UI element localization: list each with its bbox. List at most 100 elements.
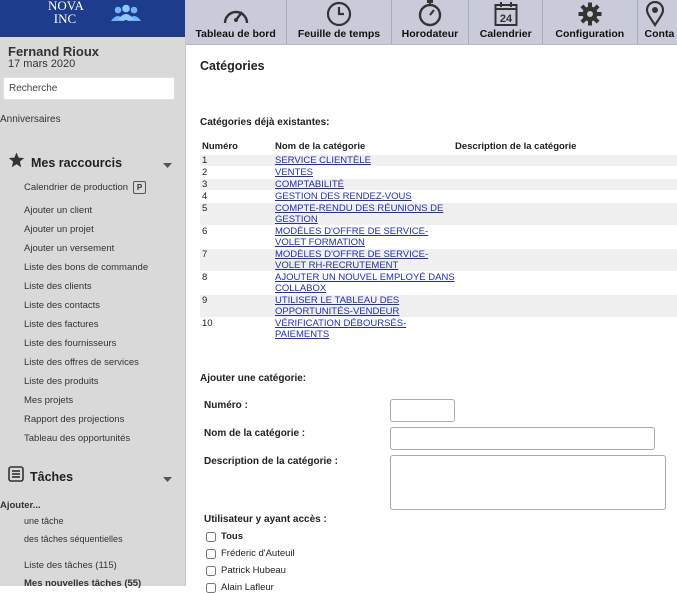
shortcut-liste-factures[interactable]: Liste des factures <box>24 319 98 330</box>
checkbox[interactable] <box>206 531 216 542</box>
category-link[interactable]: Ajouter un nouvel employé dans Collabox <box>275 272 455 294</box>
nav-configuration[interactable]: Configuration <box>543 0 638 44</box>
nav-horodateur[interactable]: Horodateur <box>392 0 470 44</box>
access-users-label: Utilisateur y ayant accès : <box>204 514 327 525</box>
location-pin-icon <box>645 1 665 27</box>
shortcut-ajouter-versement[interactable]: Ajouter un versement <box>24 243 114 254</box>
nav-label: Horodateur <box>401 28 459 40</box>
dashboard-icon <box>222 1 250 27</box>
shortcut-label: Calendrier de production <box>24 182 129 193</box>
nav-feuille-de-temps[interactable]: Feuille de temps <box>287 0 392 44</box>
shortcut-liste-fournisseurs[interactable]: Liste des fournisseurs <box>24 338 116 349</box>
checkbox[interactable] <box>206 565 216 576</box>
table-row: 9 Utiliser le tableau des opportunités-ve… <box>200 294 677 317</box>
nav-calendrier[interactable]: 24 Calendrier <box>469 0 544 44</box>
table-row: 6 Modèles d'offre de service-volet format… <box>200 225 677 248</box>
category-link[interactable]: Compte-rendu des réunions de gestion <box>275 203 443 225</box>
header-nom: Nom de la catégorie <box>275 141 366 152</box>
category-link[interactable]: Modèles d'offre de service-volet RH-recr… <box>275 249 428 271</box>
categories-table: Numéro Nom de la catégorie Description d… <box>200 141 677 340</box>
category-description <box>455 167 677 178</box>
tasks-title: Tâches <box>30 469 74 484</box>
category-name-cell: Service clientèle <box>275 155 455 166</box>
checkbox[interactable] <box>206 548 216 559</box>
category-number: 10 <box>202 318 213 329</box>
shortcut-bons-de-commande[interactable]: Liste des bons de commande <box>24 262 148 273</box>
current-date: 17 mars 2020 <box>8 58 76 70</box>
category-link[interactable]: Utiliser le tableau des opportunités-ven… <box>275 295 399 317</box>
category-number: 4 <box>202 191 208 202</box>
task-list-link[interactable]: Liste des tâches (115) <box>24 560 117 571</box>
user-checkbox-tous[interactable]: Tous <box>206 531 243 542</box>
checkbox[interactable] <box>206 582 216 593</box>
chevron-down-icon[interactable] <box>163 156 172 174</box>
shortcut-mes-projets[interactable]: Mes projets <box>24 395 73 406</box>
shortcuts-section-header[interactable]: Mes raccourcis <box>8 152 178 173</box>
nav-label: Feuille de temps <box>297 28 381 40</box>
add-category-title: Ajouter une catégorie: <box>200 373 307 384</box>
user-checkbox-frederic[interactable]: Fréderic d'Auteuil <box>206 548 295 559</box>
clock-icon <box>326 1 352 27</box>
category-link[interactable]: Ventes <box>275 167 313 178</box>
category-name-label: Nom de la catégorie : <box>204 428 306 439</box>
numero-label: Numéro : <box>204 400 248 411</box>
company-logo[interactable]: NOVA INC <box>0 0 185 37</box>
top-navigation: Tableau de bord Feuille de temps Horodat… <box>185 0 677 45</box>
numero-input[interactable] <box>390 399 455 422</box>
header-description: Description de la catégorie <box>455 141 577 152</box>
add-single-task-link[interactable]: une tâche <box>24 516 64 526</box>
production-badge-icon: P <box>133 181 147 194</box>
add-sequential-tasks-link[interactable]: des tâches séquentielles <box>24 534 123 544</box>
sidebar-link-anniversaires[interactable]: Anniversaires <box>0 114 61 125</box>
gear-icon <box>577 1 603 27</box>
category-number: 8 <box>202 272 208 283</box>
category-link[interactable]: Modèles d'offre de service-volet formati… <box>275 226 428 248</box>
shortcut-calendrier-production[interactable]: Calendrier de production P <box>24 181 147 194</box>
user-checkbox-patrick[interactable]: Patrick Hubeau <box>206 565 286 576</box>
task-list-icon <box>8 466 24 487</box>
category-link[interactable]: Vérification déboursés-paiements <box>275 318 406 340</box>
user-label: Alain Lafleur <box>221 582 274 593</box>
shortcut-liste-clients[interactable]: Liste des clients <box>24 281 92 292</box>
category-name-cell: Modèles d'offre de service-volet formati… <box>275 226 455 248</box>
shortcut-liste-produits[interactable]: Liste des produits <box>24 376 98 387</box>
category-description <box>455 295 677 317</box>
category-link[interactable]: Gestion des rendez-vous <box>275 191 412 202</box>
nav-contacts[interactable]: Conta <box>638 0 677 44</box>
table-row: 7 Modèles d'offre de service-volet RH-rec… <box>200 248 677 271</box>
nav-tableau-de-bord[interactable]: Tableau de bord <box>185 0 288 44</box>
new-tasks-link[interactable]: Mes nouvelles tâches (55) <box>24 578 141 589</box>
category-description-textarea[interactable] <box>390 455 666 510</box>
shortcuts-title: Mes raccourcis <box>31 155 123 170</box>
shortcut-liste-contacts[interactable]: Liste des contacts <box>24 300 100 311</box>
category-name-cell: Utiliser le tableau des opportunités-ven… <box>275 295 455 317</box>
sidebar: Fernand Rioux 17 mars 2020 Anniversaires… <box>0 37 186 589</box>
nav-label: Tableau de bord <box>195 28 276 40</box>
nav-label: Configuration <box>555 28 625 40</box>
table-row: 2 Ventes <box>200 166 677 178</box>
brand-line2: INC <box>53 11 77 26</box>
shortcut-tableau-opportunites[interactable]: Tableau des opportunités <box>24 433 130 444</box>
category-description <box>455 226 677 248</box>
category-link[interactable]: Comptabilité <box>275 179 344 190</box>
main-content: Catégories Catégories déjà existantes: N… <box>186 45 677 593</box>
shortcut-ajouter-client[interactable]: Ajouter un client <box>24 205 92 216</box>
tasks-section-header[interactable]: Tâches <box>8 466 178 487</box>
search-input[interactable] <box>3 77 175 100</box>
category-name-cell: Ventes <box>275 167 455 178</box>
shortcut-ajouter-projet[interactable]: Ajouter un projet <box>24 224 94 235</box>
category-link[interactable]: Service clientèle <box>275 155 371 166</box>
user-checkbox-alain[interactable]: Alain Lafleur <box>206 582 274 593</box>
shortcut-offres-services[interactable]: Liste des offres de services <box>24 357 139 368</box>
category-description-label: Description de la catégorie : <box>204 456 338 467</box>
shortcut-rapport-projections[interactable]: Rapport des projections <box>24 414 124 425</box>
category-number: 3 <box>202 179 208 190</box>
category-name-input[interactable] <box>390 427 655 450</box>
category-number: 5 <box>202 203 208 214</box>
chevron-down-icon[interactable] <box>163 470 172 488</box>
category-number: 9 <box>202 295 208 306</box>
brand-name: NOVA INC <box>48 0 84 25</box>
user-label: Fréderic d'Auteuil <box>221 548 295 559</box>
category-description <box>455 191 677 202</box>
category-name-cell: Ajouter un nouvel employé dans Collabox <box>275 272 455 294</box>
